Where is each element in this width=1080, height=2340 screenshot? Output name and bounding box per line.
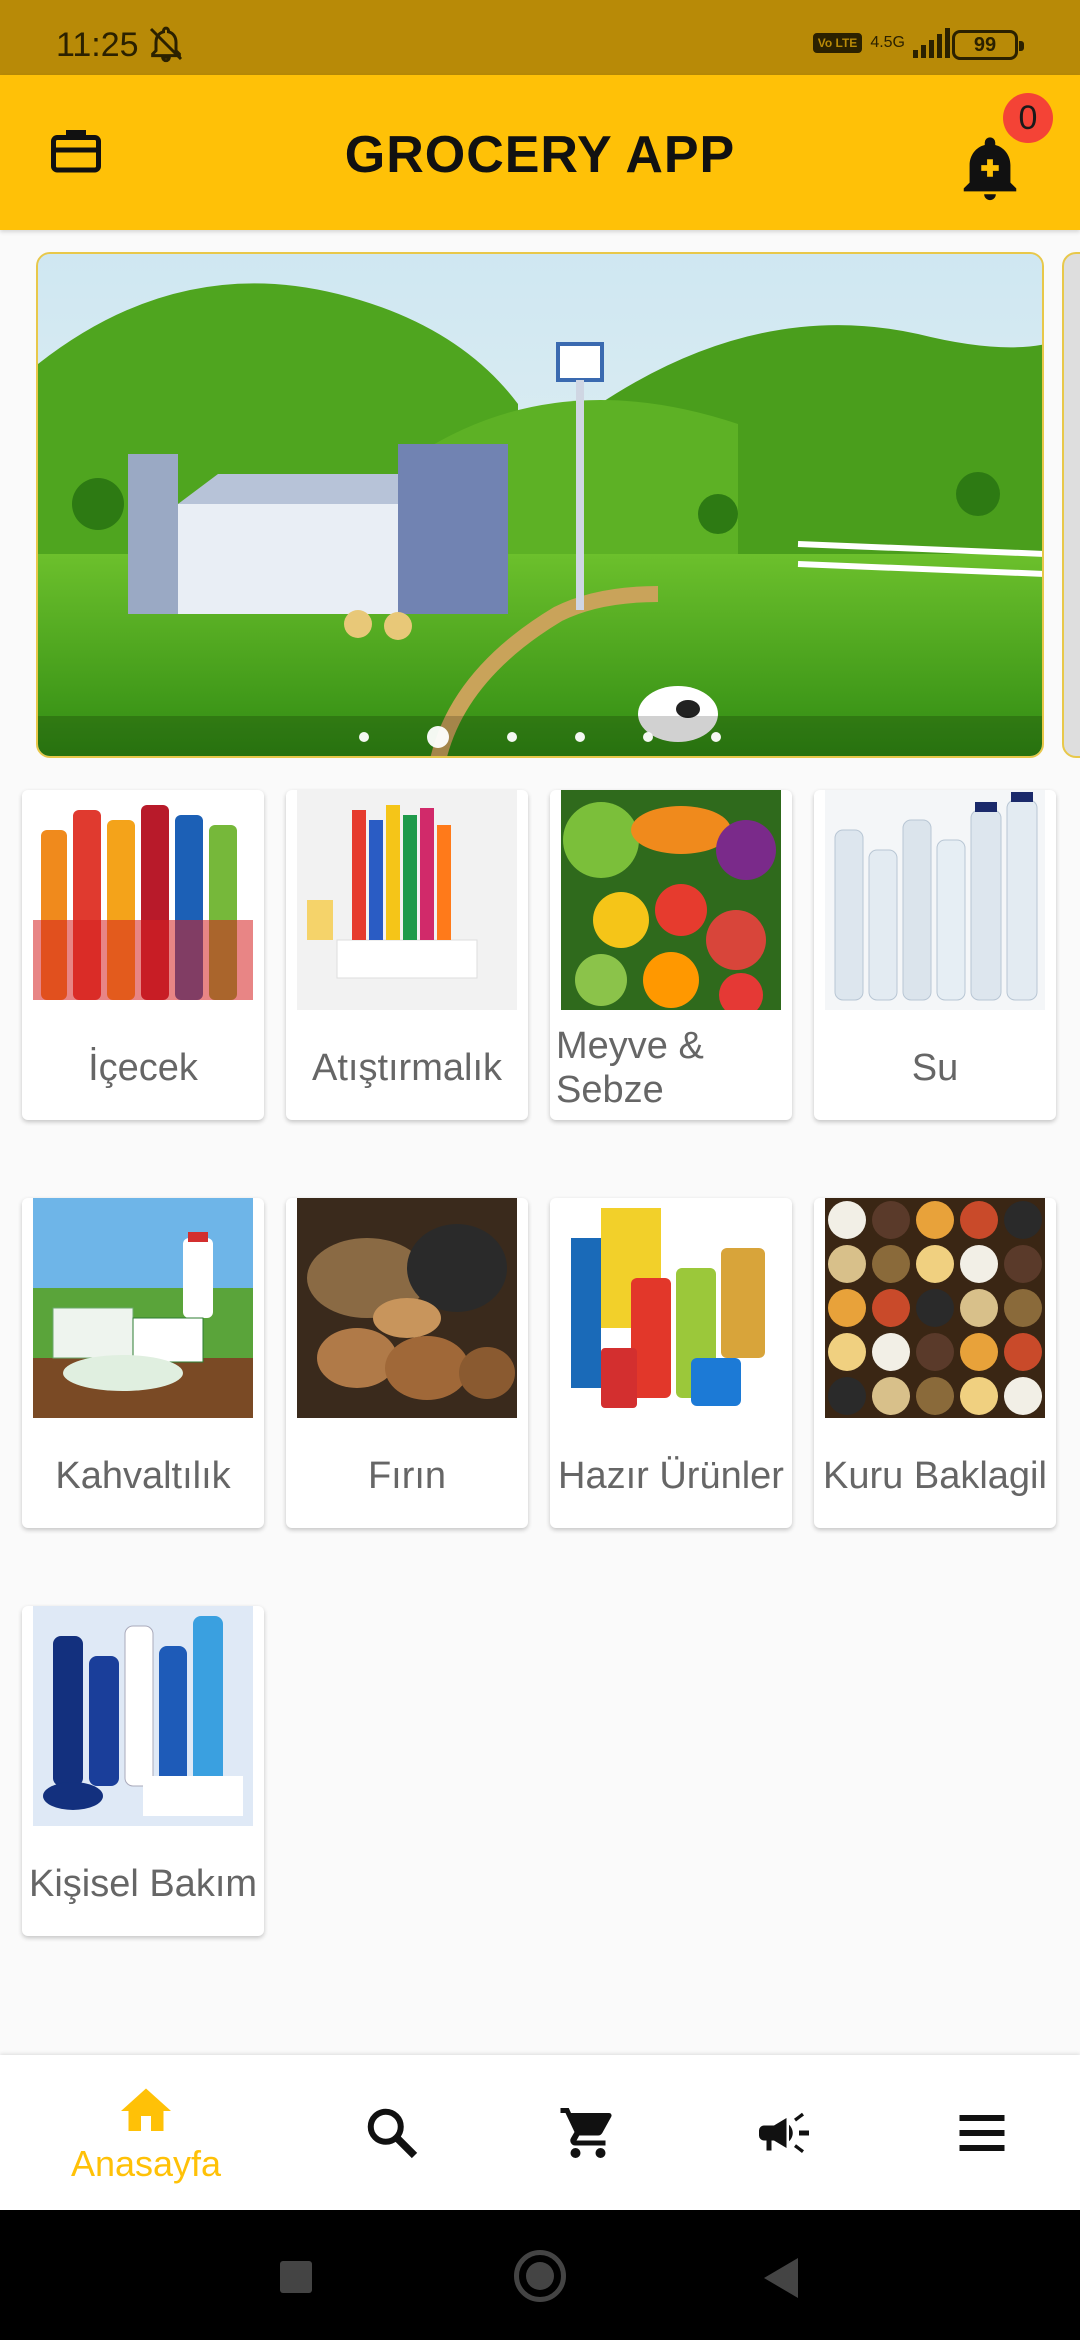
nav-menu[interactable] [934,2055,1030,2210]
category-label: Kişisel Bakım [28,1863,258,1905]
carousel-dot[interactable] [359,732,369,742]
category-card[interactable]: Kişisel Bakım [22,1606,264,1936]
category-image [33,1606,253,1826]
status-bar: 11:25 Vo LTE 4.5G 99 [0,0,1080,75]
nav-campaigns[interactable] [736,2055,832,2210]
back-button[interactable] [764,2258,798,2298]
network-indicator: Vo LTE 4.5G [812,28,950,58]
nav-home[interactable]: Anasayfa [56,2055,236,2210]
volte-badge: Vo LTE [812,33,863,53]
category-label: Fırın [367,1455,447,1497]
category-image [825,790,1045,1010]
category-image [561,790,781,1010]
add-alert-icon[interactable] [955,133,1025,203]
category-label: Kuru Baklagil [823,1455,1047,1497]
category-card[interactable]: Atıştırmalık [286,790,528,1120]
nav-search[interactable] [344,2055,440,2210]
carousel-dot[interactable] [643,732,653,742]
next-slide-peek[interactable] [1062,252,1080,758]
category-label: Hazır Ürünler [558,1455,784,1497]
carousel-dot[interactable] [427,726,449,748]
category-card[interactable]: Meyve & Sebze [550,790,792,1120]
category-image [561,1198,781,1418]
category-card[interactable]: Su [814,790,1056,1120]
system-navigation-bar [0,2210,1080,2340]
category-card[interactable]: Kuru Baklagil [814,1198,1056,1528]
category-card[interactable]: İçecek [22,790,264,1120]
battery-level: 99 [973,34,997,56]
home-icon [121,2088,171,2131]
page-title: GROCERY APP [344,126,736,184]
category-image [33,790,253,1010]
category-image [297,1198,517,1418]
promo-carousel[interactable] [36,252,1044,758]
nav-cart[interactable] [540,2055,636,2210]
network-type: 4.5G [870,34,905,51]
category-card[interactable]: Kahvaltılık [22,1198,264,1528]
search-icon [367,2108,418,2158]
category-label: Meyve & Sebze [556,1025,704,1111]
category-label: İçecek [88,1047,198,1089]
home-button[interactable] [514,2250,566,2302]
carousel-dot[interactable] [507,732,517,742]
category-image [825,1198,1045,1418]
category-image [33,1198,253,1418]
category-label: Kahvaltılık [55,1455,231,1497]
carousel-dot[interactable] [575,732,585,742]
notification-badge: 0 [1003,93,1053,143]
nav-home-label: Anasayfa [70,2142,222,2184]
category-image [297,790,517,1010]
carousel-dot[interactable] [711,732,721,742]
category-card[interactable]: Hazır Ürünler [550,1198,792,1528]
cart-icon [560,2107,612,2158]
signal-icon [913,28,950,58]
category-label: Su [911,1047,959,1089]
recents-button[interactable] [280,2261,312,2293]
carousel-indicators [38,726,1042,748]
megaphone-icon [759,2112,809,2153]
bell-off-icon [149,26,183,63]
app-bar: GROCERY APP 0 [0,75,1080,230]
bottom-navigation: Anasayfa [0,2055,1080,2210]
status-time: 11:25 [56,26,139,64]
carousel-slide-image [38,254,1042,756]
battery-icon: 99 [952,30,1024,60]
category-label: Atıştırmalık [311,1047,503,1089]
category-card[interactable]: Fırın [286,1198,528,1528]
menu-icon [959,2114,1005,2151]
